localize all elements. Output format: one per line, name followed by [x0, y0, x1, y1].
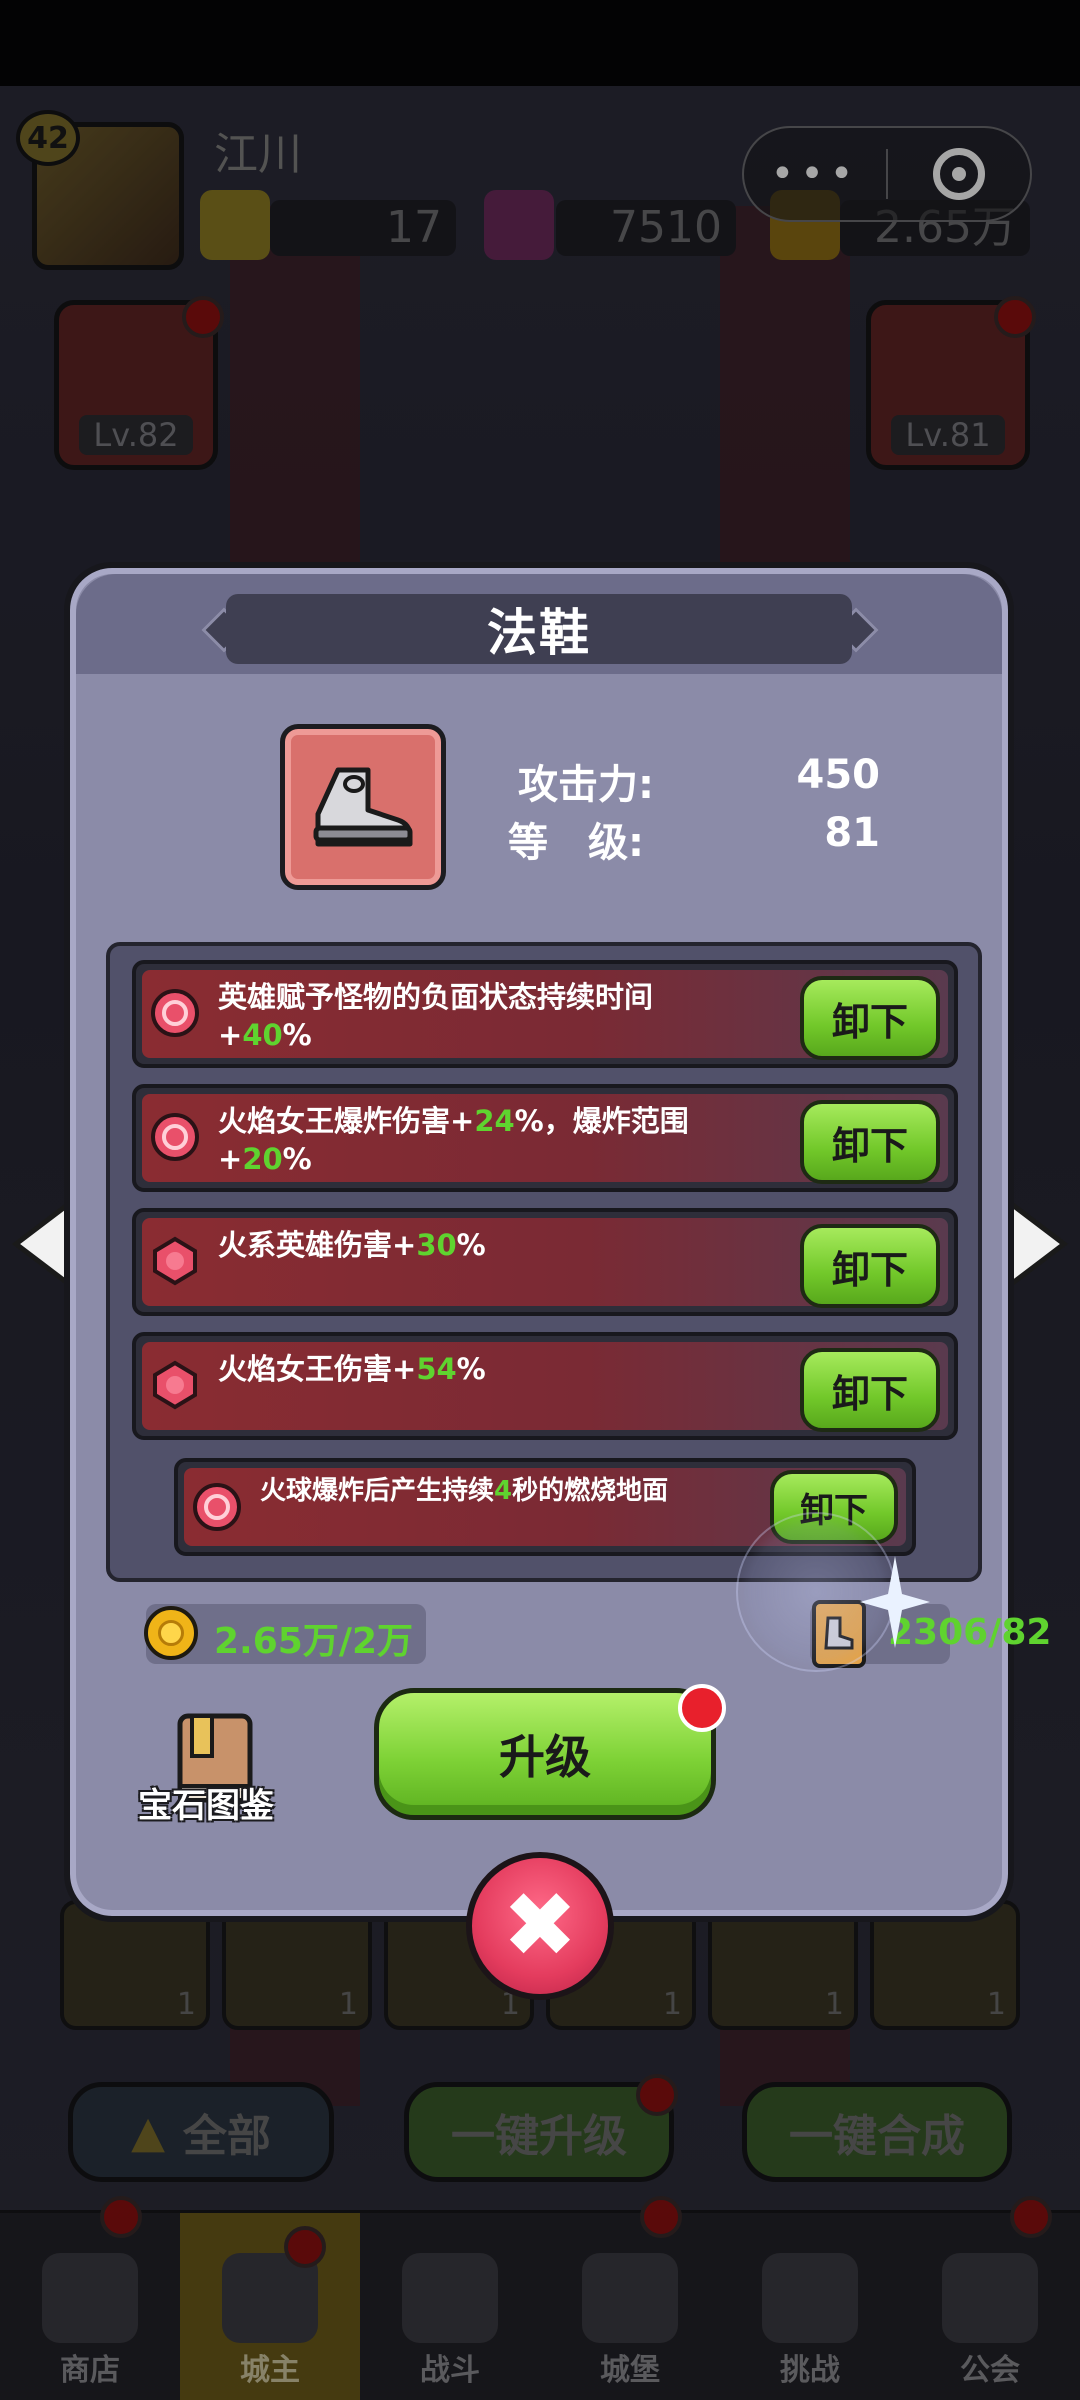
ruby-gem-icon [151, 989, 199, 1037]
gem-slot-row: 火焰女王伤害+54% 卸下 [132, 1332, 958, 1440]
gem-slots-panel: 英雄赋予怪物的负面状态持续时间+40% 卸下 火焰女王爆炸伤害+24%，爆炸范围… [106, 942, 982, 1582]
ruby-gem-icon [151, 1113, 199, 1161]
attack-value: 450 [796, 752, 881, 798]
notification-dot [678, 1684, 726, 1732]
gem-slot-row: 火系英雄伤害+30% 卸下 [132, 1208, 958, 1316]
equipment-slot [280, 724, 446, 890]
upgrade-button[interactable]: 升级 [374, 1688, 716, 1820]
title-plate: 法鞋 [226, 594, 852, 664]
equipment-detail-dialog: 法鞋 攻击力: 450 等 级: 81 英雄赋予怪物的负面状态持续时间+40% … [64, 562, 1051, 1922]
unequip-button[interactable]: 卸下 [800, 976, 940, 1060]
coin-icon [144, 1606, 198, 1660]
gem-effect-text: 火焰女王爆炸伤害+24%，爆炸范围+20% [218, 1104, 689, 1176]
ruby-gem-icon [153, 1360, 197, 1410]
gem-effect-text: 火焰女王伤害+54% [218, 1352, 486, 1386]
coin-cost: 2.65万/2万 [214, 1621, 414, 1662]
gem-slot-row: 英雄赋予怪物的负面状态持续时间+40% 卸下 [132, 960, 958, 1068]
close-icon: ✖ [502, 1873, 578, 1978]
gem-effect-text: 火球爆炸后产生持续4秒的燃烧地面 [260, 1476, 669, 1506]
level-value: 81 [824, 810, 880, 856]
gem-book-label[interactable]: 宝石图鉴 [106, 1778, 306, 1827]
gem-effect-text: 火系英雄伤害+30% [218, 1228, 486, 1262]
gem-slot-row: 火焰女王爆炸伤害+24%，爆炸范围+20% 卸下 [132, 1084, 958, 1192]
dialog-title: 法鞋 [487, 604, 591, 662]
gem-effect-text: 英雄赋予怪物的负面状态持续时间+40% [218, 980, 654, 1052]
attack-label: 攻击力: [518, 762, 654, 808]
ruby-gem-icon [153, 1236, 197, 1286]
boot-icon [313, 767, 413, 847]
level-label: 等 级: [508, 820, 644, 866]
unequip-button[interactable]: 卸下 [800, 1348, 940, 1432]
close-dialog-button[interactable]: ✖ [466, 1852, 614, 2000]
unequip-button[interactable]: 卸下 [800, 1224, 940, 1308]
sparkle-icon [860, 1556, 930, 1648]
unequip-button[interactable]: 卸下 [800, 1100, 940, 1184]
ruby-gem-icon [193, 1483, 241, 1531]
